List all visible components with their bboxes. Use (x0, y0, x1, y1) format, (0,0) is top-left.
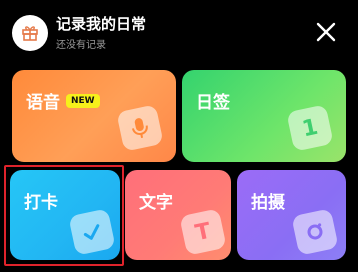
text-card-label: 文字 (139, 193, 173, 213)
header: 记录我的日常 还没有记录 (0, 0, 358, 62)
new-badge: NEW (66, 94, 100, 108)
number-one-glyph: 1 (299, 114, 321, 142)
page-subtitle: 还没有记录 (56, 40, 106, 51)
voice-card-label: 语音 (26, 93, 60, 113)
gift-icon (22, 26, 38, 41)
text-card[interactable]: 文字 T (125, 170, 231, 260)
number-one-icon: 1 (286, 104, 334, 152)
voice-card-label-row: 语音 NEW (26, 88, 100, 113)
checkin-highlight-box (4, 165, 124, 266)
photo-card[interactable]: 拍摄 (237, 170, 346, 260)
daily-note-card-label: 日签 (196, 93, 230, 113)
avatar[interactable] (12, 15, 48, 51)
page-title: 记录我的日常 (56, 15, 147, 33)
voice-card[interactable]: 语音 NEW (12, 70, 176, 162)
microphone-icon (116, 104, 164, 152)
photo-card-label: 拍摄 (251, 193, 285, 213)
letter-t-glyph: T (193, 218, 213, 246)
close-icon[interactable] (314, 20, 338, 44)
camera-lens-icon (291, 208, 339, 256)
daily-note-card[interactable]: 日签 1 (182, 70, 346, 162)
letter-t-icon: T (179, 208, 227, 256)
